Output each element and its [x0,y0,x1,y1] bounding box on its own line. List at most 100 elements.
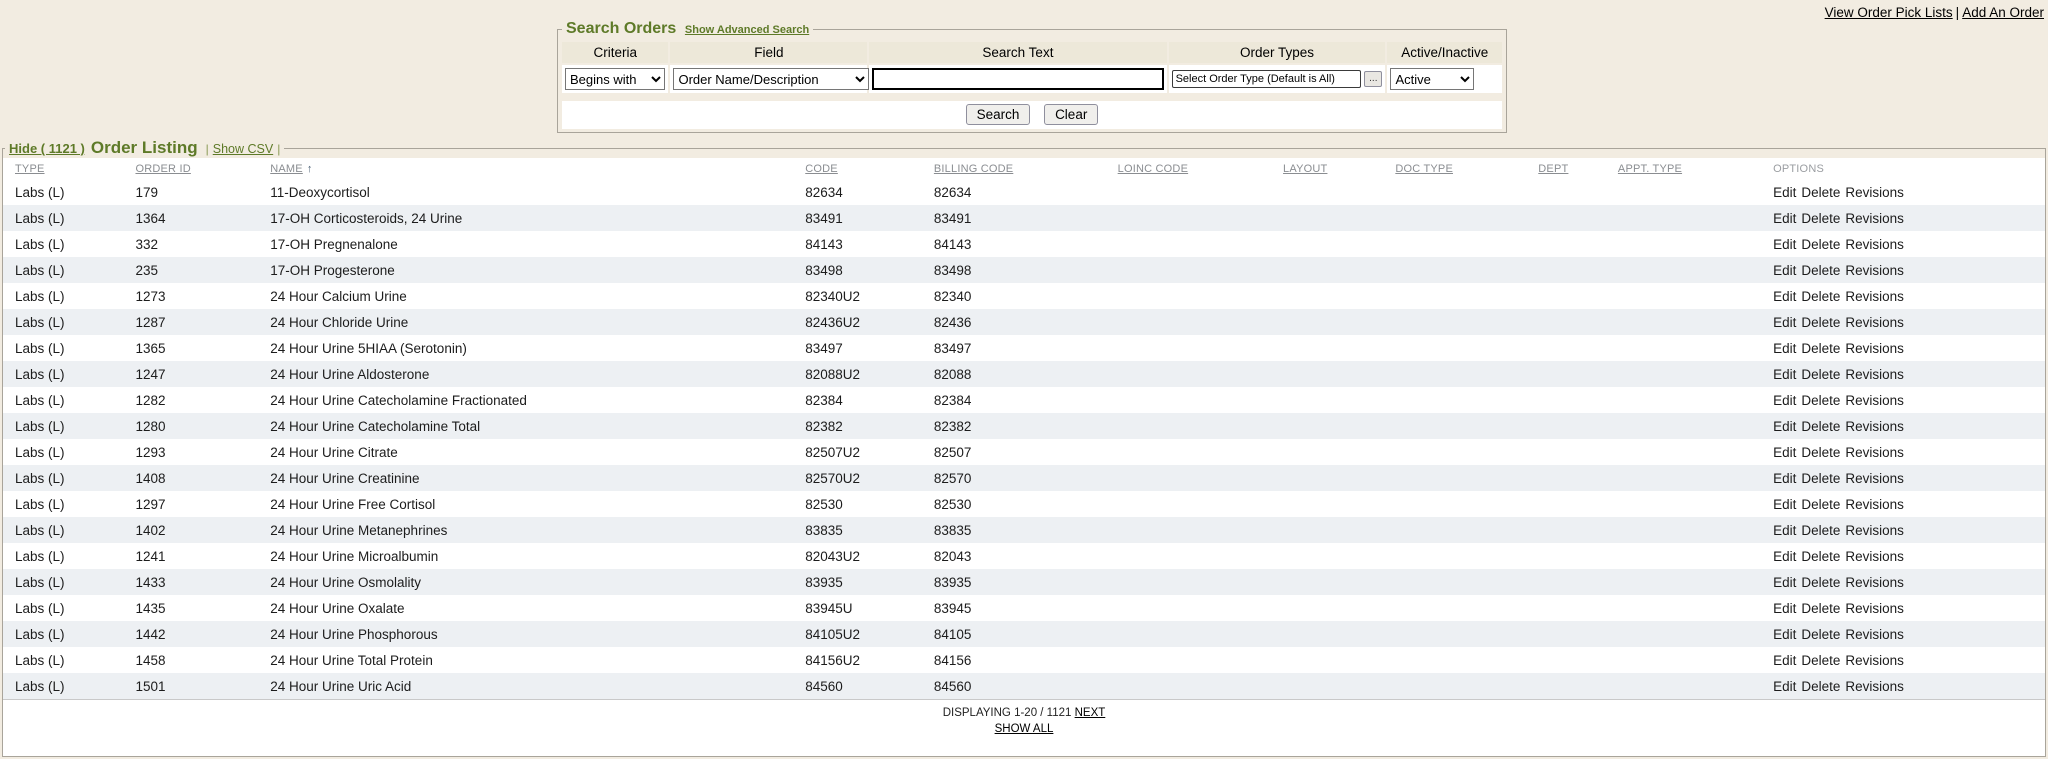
row-option-delete[interactable]: Delete [1801,289,1840,304]
order-type-browse-button[interactable]: ... [1364,71,1382,87]
row-option-edit[interactable]: Edit [1773,315,1796,330]
row-option-revisions[interactable]: Revisions [1845,497,1904,512]
row-option-edit[interactable]: Edit [1773,601,1796,616]
row-option-revisions[interactable]: Revisions [1845,549,1904,564]
field-select[interactable]: Order Name/Description [673,68,869,90]
order-table-row[interactable]: Labs (L) 1287 24 Hour Chloride Urine 824… [3,309,2045,335]
order-table-row[interactable]: Labs (L) 1442 24 Hour Urine Phosphorous … [3,621,2045,647]
column-header-appt-type[interactable]: APPT. TYPE [1618,163,1682,175]
column-header-billing-code[interactable]: BILLING CODE [934,163,1013,175]
row-option-delete[interactable]: Delete [1801,523,1840,538]
order-table-row[interactable]: Labs (L) 1433 24 Hour Urine Osmolality 8… [3,569,2045,595]
show-all-link[interactable]: SHOW ALL [995,723,1054,735]
row-option-edit[interactable]: Edit [1773,263,1796,278]
row-option-edit[interactable]: Edit [1773,627,1796,642]
row-option-edit[interactable]: Edit [1773,237,1796,252]
order-table-row[interactable]: Labs (L) 1293 24 Hour Urine Citrate 8250… [3,439,2045,465]
row-option-delete[interactable]: Delete [1801,263,1840,278]
order-table-row[interactable]: Labs (L) 1408 24 Hour Urine Creatinine 8… [3,465,2045,491]
order-table-row[interactable]: Labs (L) 1241 24 Hour Urine Microalbumin… [3,543,2045,569]
row-option-revisions[interactable]: Revisions [1845,341,1904,356]
column-header-dept[interactable]: DEPT [1538,163,1568,175]
show-csv-link[interactable]: Show CSV [213,142,273,156]
row-option-edit[interactable]: Edit [1773,549,1796,564]
clear-button[interactable]: Clear [1044,104,1098,125]
criteria-select[interactable]: Begins with [565,68,665,90]
column-header-name[interactable]: NAME [270,163,303,175]
add-an-order-link[interactable]: Add An Order [1962,5,2044,20]
row-option-revisions[interactable]: Revisions [1845,575,1904,590]
row-option-edit[interactable]: Edit [1773,471,1796,486]
row-option-delete[interactable]: Delete [1801,627,1840,642]
row-option-delete[interactable]: Delete [1801,237,1840,252]
column-header-layout[interactable]: LAYOUT [1283,163,1327,175]
search-text-input[interactable] [872,68,1163,90]
row-option-revisions[interactable]: Revisions [1845,471,1904,486]
row-option-revisions[interactable]: Revisions [1845,289,1904,304]
search-button[interactable]: Search [966,104,1031,125]
row-option-edit[interactable]: Edit [1773,211,1796,226]
column-header-order-id[interactable]: ORDER ID [135,163,190,175]
order-table-row[interactable]: Labs (L) 1280 24 Hour Urine Catecholamin… [3,413,2045,439]
row-option-edit[interactable]: Edit [1773,419,1796,434]
row-option-edit[interactable]: Edit [1773,575,1796,590]
row-option-revisions[interactable]: Revisions [1845,653,1904,668]
row-option-revisions[interactable]: Revisions [1845,237,1904,252]
order-table-row[interactable]: Labs (L) 1435 24 Hour Urine Oxalate 8394… [3,595,2045,621]
row-option-edit[interactable]: Edit [1773,393,1796,408]
row-option-edit[interactable]: Edit [1773,185,1796,200]
show-advanced-search-link[interactable]: Show Advanced Search [685,24,809,36]
row-option-delete[interactable]: Delete [1801,679,1840,694]
row-option-revisions[interactable]: Revisions [1845,211,1904,226]
order-table-row[interactable]: Labs (L) 1247 24 Hour Urine Aldosterone … [3,361,2045,387]
order-table-row[interactable]: Labs (L) 1458 24 Hour Urine Total Protei… [3,647,2045,673]
row-option-edit[interactable]: Edit [1773,497,1796,512]
row-option-delete[interactable]: Delete [1801,549,1840,564]
order-table-row[interactable]: Labs (L) 1282 24 Hour Urine Catecholamin… [3,387,2045,413]
order-table-row[interactable]: Labs (L) 1297 24 Hour Urine Free Cortiso… [3,491,2045,517]
row-option-delete[interactable]: Delete [1801,419,1840,434]
row-option-revisions[interactable]: Revisions [1845,367,1904,382]
active-inactive-select[interactable]: Active [1390,68,1474,90]
view-order-pick-lists-link[interactable]: View Order Pick Lists [1825,5,1953,20]
row-option-revisions[interactable]: Revisions [1845,601,1904,616]
row-option-delete[interactable]: Delete [1801,367,1840,382]
row-option-delete[interactable]: Delete [1801,445,1840,460]
column-header-doc-type[interactable]: DOC TYPE [1395,163,1453,175]
row-option-revisions[interactable]: Revisions [1845,627,1904,642]
row-option-revisions[interactable]: Revisions [1845,315,1904,330]
row-option-delete[interactable]: Delete [1801,185,1840,200]
next-page-link[interactable]: NEXT [1075,707,1106,719]
row-option-edit[interactable]: Edit [1773,679,1796,694]
order-table-row[interactable]: Labs (L) 1273 24 Hour Calcium Urine 8234… [3,283,2045,309]
row-option-revisions[interactable]: Revisions [1845,445,1904,460]
order-table-row[interactable]: Labs (L) 1364 17-OH Corticosteroids, 24 … [3,205,2045,231]
column-header-code[interactable]: CODE [805,163,838,175]
row-option-delete[interactable]: Delete [1801,601,1840,616]
order-table-row[interactable]: Labs (L) 1501 24 Hour Urine Uric Acid 84… [3,673,2045,699]
row-option-delete[interactable]: Delete [1801,341,1840,356]
row-option-delete[interactable]: Delete [1801,471,1840,486]
row-option-delete[interactable]: Delete [1801,575,1840,590]
row-option-revisions[interactable]: Revisions [1845,263,1904,278]
row-option-edit[interactable]: Edit [1773,445,1796,460]
row-option-revisions[interactable]: Revisions [1845,679,1904,694]
row-option-delete[interactable]: Delete [1801,211,1840,226]
row-option-revisions[interactable]: Revisions [1845,393,1904,408]
row-option-revisions[interactable]: Revisions [1845,419,1904,434]
order-type-value-box[interactable]: Select Order Type (Default is All) [1172,70,1362,88]
order-table-row[interactable]: Labs (L) 179 11-Deoxycortisol 82634 8263… [3,179,2045,205]
order-table-row[interactable]: Labs (L) 332 17-OH Pregnenalone 84143 84… [3,231,2045,257]
hide-listing-link[interactable]: Hide ( 1121 ) [9,141,85,156]
row-option-delete[interactable]: Delete [1801,497,1840,512]
order-table-row[interactable]: Labs (L) 235 17-OH Progesterone 83498 83… [3,257,2045,283]
row-option-revisions[interactable]: Revisions [1845,185,1904,200]
order-table-row[interactable]: Labs (L) 1365 24 Hour Urine 5HIAA (Serot… [3,335,2045,361]
column-header-loinc-code[interactable]: LOINC CODE [1118,163,1188,175]
row-option-edit[interactable]: Edit [1773,367,1796,382]
row-option-edit[interactable]: Edit [1773,341,1796,356]
row-option-delete[interactable]: Delete [1801,653,1840,668]
row-option-revisions[interactable]: Revisions [1845,523,1904,538]
column-header-type[interactable]: TYPE [15,163,45,175]
row-option-edit[interactable]: Edit [1773,523,1796,538]
